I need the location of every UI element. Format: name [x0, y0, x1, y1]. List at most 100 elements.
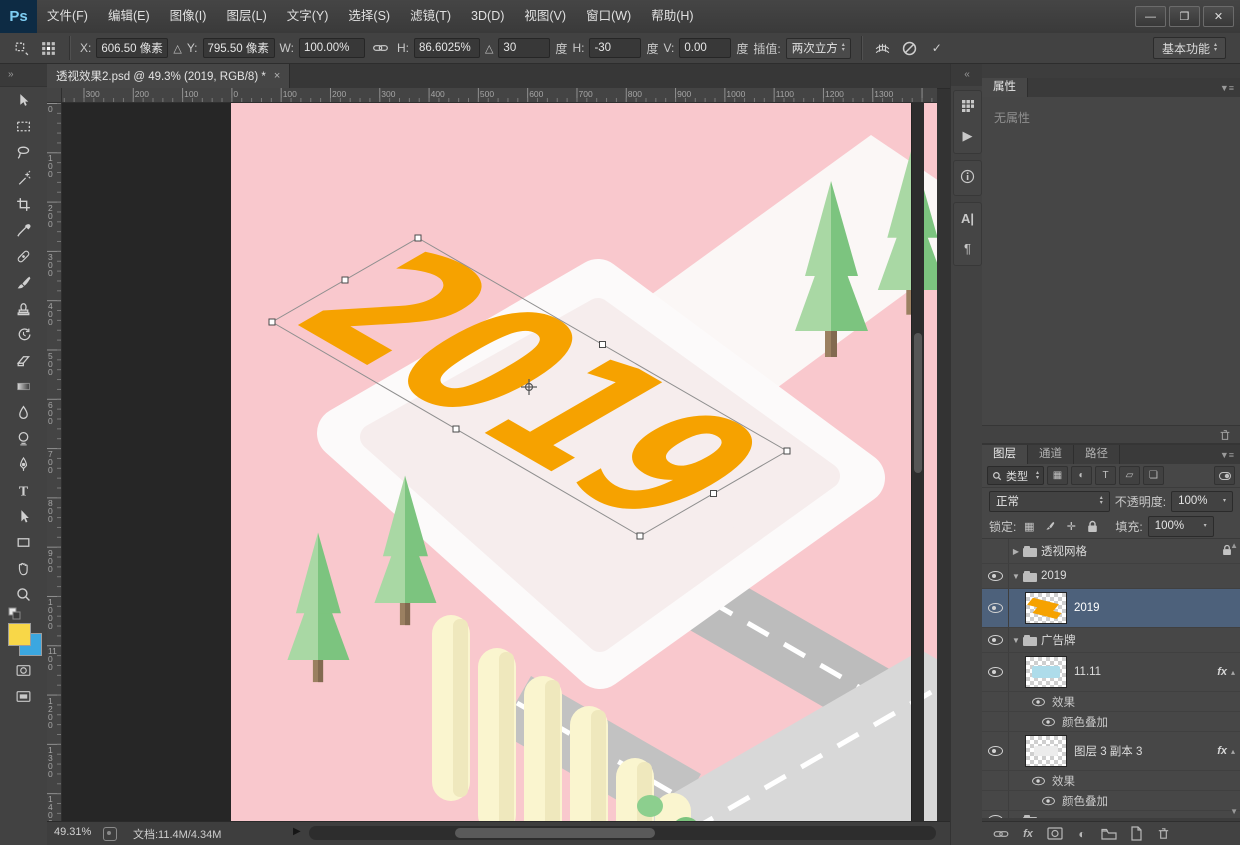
fx-collapse-icon[interactable]: ▴	[1231, 747, 1235, 756]
menu-window[interactable]: 窗口(W)	[576, 0, 641, 33]
magic-wand-tool[interactable]	[0, 165, 47, 191]
filter-switch-toggle[interactable]	[1214, 466, 1235, 485]
vertical-scrollbar-thumb[interactable]	[914, 333, 922, 473]
layer-row-perspective-grid[interactable]: ▶ 透视网格	[982, 539, 1240, 564]
link-dimensions-icon[interactable]	[370, 38, 392, 58]
interpolation-select[interactable]: 两次立方 ▴▾	[786, 38, 851, 59]
path-selection-tool[interactable]	[0, 503, 47, 529]
vertical-scrollbar[interactable]	[911, 103, 924, 822]
effect-color-overlay-row[interactable]: 颜色叠加	[982, 791, 1240, 811]
layer-row-clipped-group[interactable]: ▶	[982, 811, 1240, 818]
lock-all-icon[interactable]	[1084, 518, 1100, 534]
opacity-select[interactable]: 100% ▾	[1171, 491, 1233, 512]
healing-brush-tool[interactable]	[0, 243, 47, 269]
layer-thumbnail[interactable]	[1025, 735, 1067, 767]
tab-paths[interactable]: 路径	[1074, 445, 1120, 464]
menu-filter[interactable]: 滤镜(T)	[400, 0, 461, 33]
ruler-origin-corner[interactable]	[47, 88, 62, 103]
eye-icon[interactable]	[1042, 717, 1055, 726]
width-input[interactable]	[299, 38, 365, 58]
workspace-switcher[interactable]: 基本功能 ▴▾	[1153, 37, 1226, 59]
ruler-horizontal[interactable]: 3002001000100200300400500600700800900100…	[62, 88, 937, 103]
h-skew-input[interactable]	[589, 38, 641, 58]
chevron-right-icon[interactable]: ▶	[1009, 547, 1023, 556]
filter-smart-objects-icon[interactable]: ❏	[1143, 466, 1164, 485]
scroll-up-icon[interactable]: ▲	[1230, 541, 1238, 550]
hand-tool[interactable]	[0, 555, 47, 581]
layer-row-1111[interactable]: 11.11 fx ▴	[982, 653, 1240, 692]
effect-color-overlay-row[interactable]: 颜色叠加	[982, 712, 1240, 732]
layer-row-copy3[interactable]: 图层 3 副本 3 fx ▴	[982, 732, 1240, 771]
scroll-down-icon[interactable]: ▼	[1230, 807, 1238, 816]
eye-icon[interactable]	[1042, 796, 1055, 805]
screen-mode-button[interactable]	[0, 683, 47, 709]
actions-panel-icon[interactable]: ▶	[954, 121, 981, 151]
menu-type[interactable]: 文字(Y)	[277, 0, 339, 33]
rotation-input[interactable]	[498, 38, 550, 58]
brush-tool[interactable]	[0, 269, 47, 295]
lasso-tool[interactable]	[0, 139, 47, 165]
y-input[interactable]	[203, 38, 275, 58]
blend-mode-select[interactable]: 正常 ▴▾	[989, 491, 1110, 512]
lock-position-icon[interactable]: ✛	[1063, 518, 1079, 534]
ruler-vertical[interactable]: 0100200300400500600700800900100011001200…	[47, 103, 62, 822]
rectangle-shape-tool[interactable]	[0, 529, 47, 555]
close-button[interactable]: ✕	[1203, 6, 1234, 27]
add-layer-style-button[interactable]: fx	[1019, 826, 1037, 842]
fx-badge[interactable]: fx	[1217, 745, 1227, 757]
visibility-toggle[interactable]	[982, 589, 1009, 627]
chevron-right-icon[interactable]: ▶	[1009, 816, 1023, 819]
type-tool[interactable]: T	[0, 477, 47, 503]
commit-transform-button[interactable]: ✓	[926, 38, 948, 58]
lock-pixels-icon[interactable]	[1042, 518, 1058, 534]
menu-view[interactable]: 视图(V)	[514, 0, 576, 33]
default-swatches-icon[interactable]	[0, 607, 47, 621]
clone-stamp-tool[interactable]	[0, 295, 47, 321]
paragraph-panel-icon[interactable]: ¶	[954, 233, 981, 263]
fx-collapse-icon[interactable]: ▴	[1231, 668, 1235, 677]
restore-button[interactable]: ❐	[1169, 6, 1200, 27]
history-brush-tool[interactable]	[0, 321, 47, 347]
relative-position-icon[interactable]: △	[173, 42, 181, 55]
height-input[interactable]	[414, 38, 480, 58]
zoom-tool[interactable]	[0, 581, 47, 607]
chevron-down-icon[interactable]: ▼	[1009, 572, 1023, 581]
tab-layers[interactable]: 图层	[982, 445, 1028, 464]
tab-properties[interactable]: 属性	[982, 78, 1028, 97]
tab-channels[interactable]: 通道	[1028, 445, 1074, 464]
pen-tool[interactable]	[0, 451, 47, 477]
effects-header-row[interactable]: 效果	[982, 692, 1240, 712]
visibility-toggle[interactable]	[982, 732, 1009, 770]
effects-header-row[interactable]: 效果	[982, 771, 1240, 791]
reference-point-locator[interactable]	[37, 38, 59, 58]
canvas-viewport[interactable]: 2019	[62, 103, 937, 822]
eraser-tool[interactable]	[0, 347, 47, 373]
brush-presets-panel-icon[interactable]	[954, 91, 981, 121]
info-panel-icon[interactable]	[954, 161, 981, 191]
filter-type-layers-icon[interactable]: T	[1095, 466, 1116, 485]
cancel-transform-button[interactable]	[899, 38, 921, 58]
new-adjustment-layer-button[interactable]: ◐	[1073, 826, 1091, 842]
layer-filter-type-select[interactable]: 类型 ▴▾	[987, 466, 1044, 485]
tab-close-icon[interactable]: ×	[274, 70, 280, 82]
new-layer-button[interactable]	[1127, 826, 1145, 842]
layer-row-group-billboard[interactable]: ▼ 广告牌	[982, 628, 1240, 653]
menu-file[interactable]: 文件(F)	[37, 0, 98, 33]
gradient-tool[interactable]	[0, 373, 47, 399]
canvas-artwork[interactable]: 2019	[231, 103, 937, 822]
lock-transparency-icon[interactable]: ▦	[1021, 518, 1037, 534]
filter-shape-layers-icon[interactable]: ▱	[1119, 466, 1140, 485]
visibility-toggle[interactable]	[982, 628, 1009, 652]
foreground-color-swatch[interactable]	[8, 623, 31, 646]
document-tab[interactable]: 透视效果2.psd @ 49.3% (2019, RGB/8) * ×	[47, 64, 290, 88]
move-tool[interactable]	[0, 87, 47, 113]
layer-thumbnail[interactable]	[1025, 656, 1067, 688]
horizontal-scrollbar[interactable]	[309, 826, 936, 840]
fx-badge[interactable]: fx	[1217, 666, 1227, 678]
menu-edit[interactable]: 编辑(E)	[98, 0, 160, 33]
fill-select[interactable]: 100% ▾	[1148, 516, 1214, 537]
rectangular-marquee-tool[interactable]	[0, 113, 47, 139]
layer-row-2019-selected[interactable]: 2019	[982, 589, 1240, 628]
dock-expand-chevron-icon[interactable]: «	[951, 64, 983, 86]
eyedropper-tool[interactable]	[0, 217, 47, 243]
